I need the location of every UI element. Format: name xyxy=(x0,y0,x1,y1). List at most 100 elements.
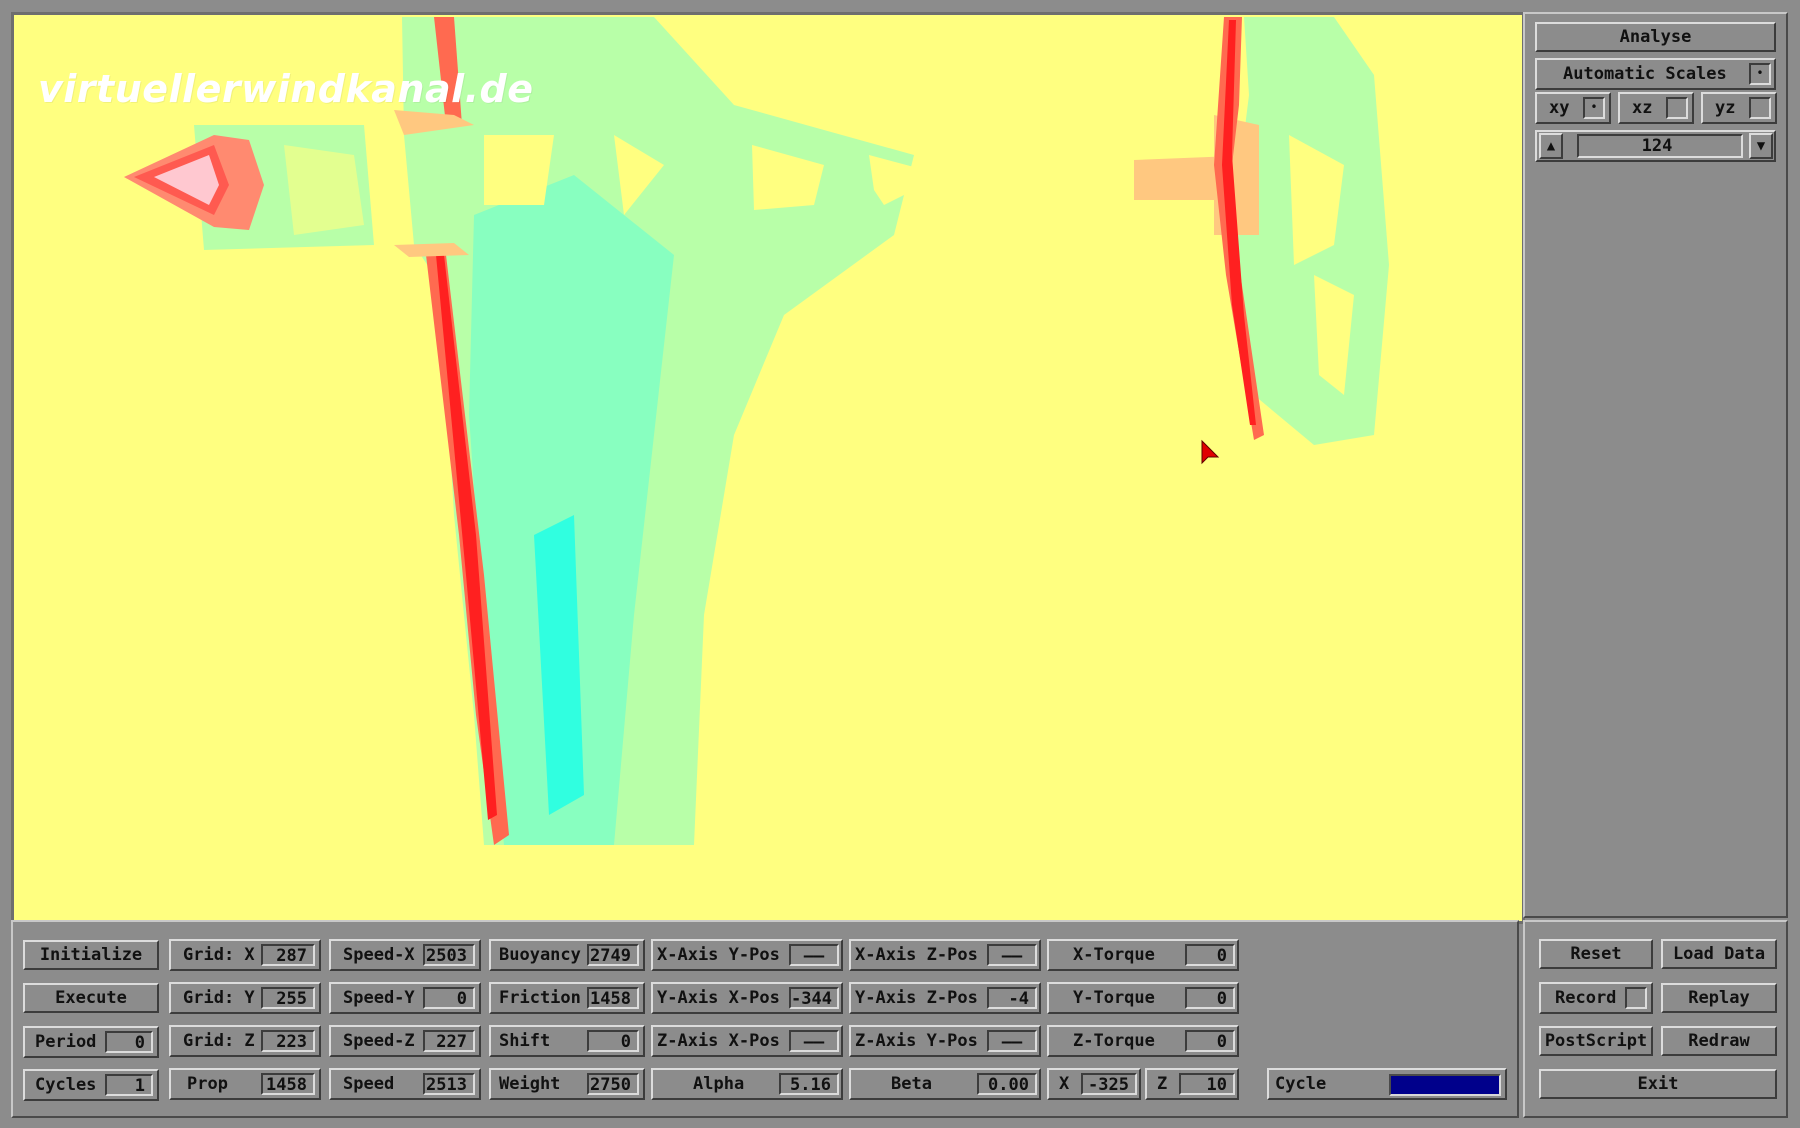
y-torque-field: Y-Torque 0 xyxy=(1047,982,1239,1014)
analyse-button[interactable]: Analyse xyxy=(1535,22,1776,52)
friction-value[interactable]: 1458 xyxy=(587,987,639,1009)
speed-z-field: Speed-Z 227 xyxy=(329,1025,481,1057)
speed-z-value[interactable]: 227 xyxy=(423,1030,475,1052)
cycle-progress-fill xyxy=(1391,1076,1499,1094)
friction-label: Friction xyxy=(499,988,581,1008)
z-torque-label: Z-Torque xyxy=(1073,1031,1155,1051)
yaxis-xpos-value[interactable]: -344 xyxy=(789,987,839,1009)
buoyancy-value[interactable]: 2749 xyxy=(587,944,639,966)
plane-xz-checkbox[interactable] xyxy=(1666,97,1688,119)
zaxis-ypos-value[interactable]: —— xyxy=(987,1030,1037,1052)
speed-x-label: Speed-X xyxy=(343,945,415,965)
beta-field: Beta 0.00 xyxy=(849,1068,1041,1100)
speed-y-label: Speed-Y xyxy=(343,988,415,1008)
plane-xy-checkbox[interactable]: • xyxy=(1583,97,1605,119)
yaxis-zpos-label: Y-Axis Z-Pos xyxy=(855,988,978,1008)
xaxis-zpos-label: X-Axis Z-Pos xyxy=(855,945,978,965)
speed-value[interactable]: 2513 xyxy=(423,1073,475,1095)
yaxis-zpos-value[interactable]: -4 xyxy=(987,987,1037,1009)
grid-x-value[interactable]: 287 xyxy=(261,944,315,966)
alpha-field: Alpha 5.16 xyxy=(651,1068,843,1100)
shift-field: Shift 0 xyxy=(489,1025,645,1057)
weight-field: Weight 2750 xyxy=(489,1068,645,1100)
record-checkbox[interactable] xyxy=(1625,987,1647,1009)
period-label: Period xyxy=(35,1032,97,1052)
xaxis-ypos-field: X-Axis Y-Pos —— xyxy=(651,939,843,971)
zaxis-xpos-label: Z-Axis X-Pos xyxy=(657,1031,780,1051)
cycles-field: Cycles 1 xyxy=(23,1069,159,1101)
automatic-scales-checkbox[interactable]: • xyxy=(1749,63,1771,85)
alpha-value[interactable]: 5.16 xyxy=(779,1073,839,1095)
yaxis-zpos-field: Y-Axis Z-Pos -4 xyxy=(849,982,1041,1014)
speed-y-value[interactable]: 0 xyxy=(423,987,475,1009)
plane-xy-toggle[interactable]: xy • xyxy=(1535,92,1611,124)
plane-yz-toggle[interactable]: yz xyxy=(1701,92,1777,124)
friction-field: Friction 1458 xyxy=(489,982,645,1014)
x-coord-value[interactable]: -325 xyxy=(1081,1073,1137,1095)
xaxis-zpos-field: X-Axis Z-Pos —— xyxy=(849,939,1041,971)
grid-y-field: Grid: Y 255 xyxy=(169,982,321,1014)
postscript-button[interactable]: PostScript xyxy=(1539,1026,1653,1056)
z-torque-value[interactable]: 0 xyxy=(1185,1030,1235,1052)
slice-down-arrow-icon[interactable]: ▼ xyxy=(1749,133,1773,159)
yaxis-xpos-label: Y-Axis X-Pos xyxy=(657,988,780,1008)
beta-value[interactable]: 0.00 xyxy=(977,1073,1037,1095)
record-label: Record xyxy=(1555,988,1617,1008)
slice-up-arrow-icon[interactable]: ▲ xyxy=(1539,133,1563,159)
automatic-scales-label: Automatic Scales xyxy=(1563,64,1727,84)
cycles-value[interactable]: 1 xyxy=(105,1074,153,1096)
x-torque-value[interactable]: 0 xyxy=(1185,944,1235,966)
shift-value[interactable]: 0 xyxy=(587,1030,639,1052)
buoyancy-label: Buoyancy xyxy=(499,945,581,965)
y-torque-value[interactable]: 0 xyxy=(1185,987,1235,1009)
period-value[interactable]: 0 xyxy=(105,1031,153,1053)
grid-y-value[interactable]: 255 xyxy=(261,987,315,1009)
cycles-label: Cycles xyxy=(35,1075,97,1095)
speed-y-field: Speed-Y 0 xyxy=(329,982,481,1014)
slice-value[interactable]: 124 xyxy=(1577,134,1743,158)
grid-x-field: Grid: X 287 xyxy=(169,939,321,971)
speed-x-value[interactable]: 2503 xyxy=(423,944,475,966)
redraw-button[interactable]: Redraw xyxy=(1661,1026,1777,1056)
record-toggle[interactable]: Record xyxy=(1539,982,1653,1014)
z-coord-value[interactable]: 10 xyxy=(1179,1073,1235,1095)
cycle-label: Cycle xyxy=(1275,1074,1327,1094)
x-torque-field: X-Torque 0 xyxy=(1047,939,1239,971)
zaxis-ypos-label: Z-Axis Y-Pos xyxy=(855,1031,978,1051)
replay-button[interactable]: Replay xyxy=(1661,983,1777,1013)
speed-label: Speed xyxy=(343,1074,395,1094)
cycle-progress-bar xyxy=(1389,1074,1501,1096)
execute-button[interactable]: Execute xyxy=(23,983,159,1013)
plane-xz-toggle[interactable]: xz xyxy=(1618,92,1694,124)
speed-field: Speed 2513 xyxy=(329,1068,481,1100)
z-coord-field: Z 10 xyxy=(1145,1068,1239,1100)
grid-x-label: Grid: X xyxy=(183,945,255,965)
exit-button[interactable]: Exit xyxy=(1539,1069,1777,1099)
zaxis-xpos-value[interactable]: —— xyxy=(789,1030,839,1052)
grid-y-label: Grid: Y xyxy=(183,988,255,1008)
plane-yz-checkbox[interactable] xyxy=(1749,97,1771,119)
z-coord-label: Z xyxy=(1157,1074,1168,1094)
x-coord-field: X -325 xyxy=(1047,1068,1141,1100)
pressure-contour-plot xyxy=(124,17,1389,845)
xaxis-ypos-label: X-Axis Y-Pos xyxy=(657,945,780,965)
reset-button[interactable]: Reset xyxy=(1539,939,1653,969)
alpha-label: Alpha xyxy=(693,1074,745,1094)
actions-panel: Reset Load Data Record Replay PostScript… xyxy=(1523,920,1788,1118)
speed-x-field: Speed-X 2503 xyxy=(329,939,481,971)
automatic-scales-toggle[interactable]: Automatic Scales • xyxy=(1535,58,1776,90)
watermark: virtuellerwindkanal.de xyxy=(38,67,534,111)
xaxis-zpos-value[interactable]: —— xyxy=(987,944,1037,966)
period-field: Period 0 xyxy=(23,1026,159,1058)
load-data-button[interactable]: Load Data xyxy=(1661,939,1777,969)
x-torque-label: X-Torque xyxy=(1073,945,1155,965)
buoyancy-field: Buoyancy 2749 xyxy=(489,939,645,971)
parameter-panel: Initialize Execute Period 0 Cycles 1 Gri… xyxy=(11,920,1519,1118)
xaxis-ypos-value[interactable]: —— xyxy=(789,944,839,966)
grid-z-label: Grid: Z xyxy=(183,1031,255,1051)
grid-z-value[interactable]: 223 xyxy=(261,1030,315,1052)
weight-value[interactable]: 2750 xyxy=(587,1073,639,1095)
prop-value[interactable]: 1458 xyxy=(261,1073,315,1095)
initialize-button[interactable]: Initialize xyxy=(23,940,159,970)
flow-visualization[interactable]: virtuellerwindkanal.de xyxy=(11,12,1525,924)
